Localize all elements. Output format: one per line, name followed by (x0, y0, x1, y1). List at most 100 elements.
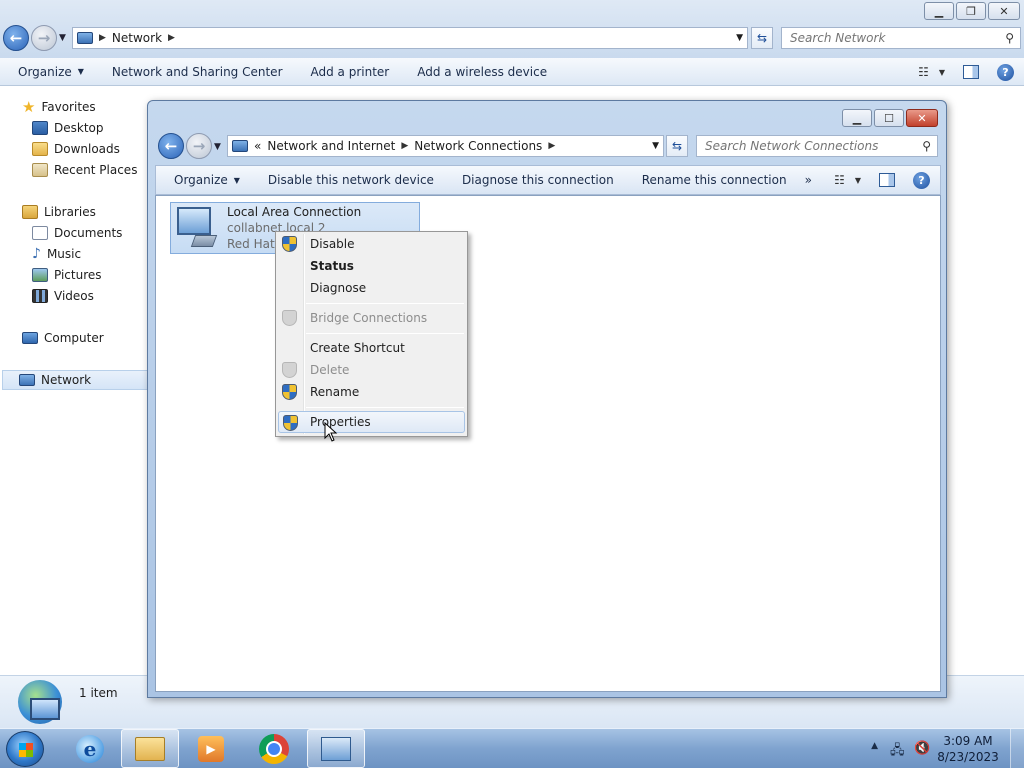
taskbar-windows-explorer[interactable] (121, 729, 179, 768)
address-bar[interactable]: « Network and Internet ▶ Network Connect… (227, 135, 664, 157)
address-dropdown[interactable]: ▼ (652, 141, 659, 151)
sidebar-item-label: Computer (44, 331, 104, 345)
sidebar-item-recent-places[interactable]: Recent Places (32, 160, 137, 180)
breadcrumb-network[interactable]: Network (112, 31, 162, 45)
arrow-right-icon: → (37, 29, 51, 47)
sidebar-item-documents[interactable]: Documents (32, 223, 122, 243)
breadcrumb-network-and-internet[interactable]: Network and Internet (267, 139, 395, 153)
breadcrumb-separator[interactable]: ▶ (401, 141, 408, 151)
command-bar: Organize ▼ Network and Sharing Center Add… (0, 58, 1024, 86)
search-icon: ⚲ (922, 139, 931, 153)
menu-item-properties[interactable]: Properties (278, 411, 465, 433)
show-hidden-icons-button[interactable]: ▲ (871, 741, 878, 751)
close-button[interactable]: ✕ (906, 109, 938, 127)
preview-pane-button[interactable] (963, 65, 979, 79)
add-printer-button[interactable]: Add a printer (297, 58, 404, 86)
uac-shield-icon (282, 236, 297, 252)
close-button[interactable]: ✕ (988, 2, 1020, 20)
sidebar-item-network[interactable]: Network (2, 370, 148, 390)
refresh-button[interactable]: ⇆ (751, 27, 773, 49)
back-button[interactable]: ← (3, 25, 29, 51)
recent-pages-dropdown[interactable]: ▼ (59, 33, 66, 43)
taskbar-media-player[interactable]: ▶ (182, 729, 240, 768)
sidebar-item-label: Pictures (54, 268, 102, 282)
computer-icon (22, 332, 38, 344)
uac-shield-icon (282, 384, 297, 400)
breadcrumb-network-connections[interactable]: Network Connections (414, 139, 542, 153)
forward-button[interactable]: → (186, 133, 212, 159)
change-view-button[interactable]: ☷ ▼ (834, 173, 861, 187)
forward-button[interactable]: → (31, 25, 57, 51)
add-wireless-device-button[interactable]: Add a wireless device (403, 58, 561, 86)
search-box[interactable]: ⚲ (696, 135, 938, 157)
pictures-icon (32, 268, 48, 282)
network-status-icon[interactable]: 🖧 (890, 741, 906, 758)
more-commands-button[interactable]: » (801, 166, 826, 194)
preview-pane-button[interactable] (879, 173, 895, 187)
organize-button[interactable]: Organize ▼ (0, 58, 98, 86)
sidebar-item-computer[interactable]: Computer (22, 328, 104, 348)
address-bar[interactable]: ▶ Network ▶ ▼ (72, 27, 748, 49)
sidebar-item-label: Libraries (44, 205, 96, 219)
maximize-button[interactable]: ☐ (874, 109, 904, 127)
start-button[interactable] (6, 731, 44, 767)
taskbar-internet-explorer[interactable]: e (61, 729, 119, 768)
taskbar: e ▶ ▲ 🖧 🔇 3:09 AM 8/23/2023 (0, 728, 1024, 768)
network-icon (19, 374, 35, 386)
menu-separator (306, 303, 464, 304)
sidebar-item-libraries[interactable]: Libraries (22, 202, 96, 222)
clock-date: 8/23/2023 (937, 750, 999, 764)
pointer-arrow (324, 422, 338, 442)
breadcrumb-separator[interactable]: ▶ (548, 141, 555, 151)
command-bar: Organize ▼ Disable this network device Di… (155, 165, 941, 195)
recent-places-icon (32, 163, 48, 177)
recent-pages-dropdown[interactable]: ▼ (214, 142, 221, 152)
refresh-button[interactable]: ⇆ (666, 135, 688, 157)
add-wireless-device-label: Add a wireless device (417, 64, 548, 79)
views-icon: ☷ (834, 173, 845, 187)
navigation-bar: ← → ▼ ▶ Network ▶ ▼ ⇆ ⚲ (0, 22, 1024, 56)
organize-button[interactable]: Organize ▼ (156, 166, 254, 194)
sidebar-item-videos[interactable]: Videos (32, 286, 94, 306)
restore-button[interactable]: ❐ (956, 2, 986, 20)
taskbar-chrome[interactable] (245, 729, 303, 768)
help-button[interactable]: ? (997, 63, 1014, 81)
search-input[interactable] (697, 136, 937, 156)
rename-connection-button[interactable]: Rename this connection (628, 166, 801, 194)
menu-item-label: Diagnose (310, 281, 367, 295)
network-sharing-center-button[interactable]: Network and Sharing Center (98, 58, 297, 86)
menu-item-diagnose[interactable]: Diagnose (278, 277, 465, 299)
search-box[interactable]: ⚲ (781, 27, 1021, 49)
menu-item-create-shortcut[interactable]: Create Shortcut (278, 337, 465, 359)
breadcrumb-overflow[interactable]: « (254, 139, 261, 153)
sidebar-item-music[interactable]: ♪ Music (32, 244, 81, 264)
refresh-icon: ⇆ (671, 139, 683, 153)
sidebar-item-pictures[interactable]: Pictures (32, 265, 102, 285)
show-desktop-button[interactable] (1010, 729, 1024, 768)
uac-shield-icon (282, 310, 297, 326)
sidebar-item-label: Videos (54, 289, 94, 303)
clock[interactable]: 3:09 AM 8/23/2023 (936, 733, 1000, 765)
menu-item-rename[interactable]: Rename (278, 381, 465, 403)
menu-item-status[interactable]: Status (278, 255, 465, 277)
sidebar-item-favorites[interactable]: ★ Favorites (22, 97, 96, 117)
sidebar-item-downloads[interactable]: Downloads (32, 139, 120, 159)
minimize-button[interactable]: ▁ (842, 109, 872, 127)
search-input[interactable] (782, 28, 1020, 48)
back-button[interactable]: ← (158, 133, 184, 159)
sidebar-item-label: Network (41, 373, 92, 387)
change-view-button[interactable]: ☷ ▼ (918, 65, 945, 79)
minimize-button[interactable]: ▁ (924, 2, 954, 20)
breadcrumb-separator[interactable]: ▶ (99, 33, 106, 43)
chevron-down-icon: ▼ (854, 175, 861, 185)
volume-muted-icon[interactable]: 🔇 (914, 741, 930, 757)
help-button[interactable]: ? (913, 171, 930, 189)
breadcrumb-separator[interactable]: ▶ (168, 33, 175, 43)
sidebar-item-desktop[interactable]: Desktop (32, 118, 104, 138)
diagnose-connection-button[interactable]: Diagnose this connection (448, 166, 628, 194)
sidebar-item-label: Documents (54, 226, 123, 240)
address-dropdown[interactable]: ▼ (736, 33, 743, 43)
taskbar-network-connections[interactable] (307, 729, 365, 768)
disable-network-device-button[interactable]: Disable this network device (254, 166, 448, 194)
menu-item-disable[interactable]: Disable (278, 233, 465, 255)
